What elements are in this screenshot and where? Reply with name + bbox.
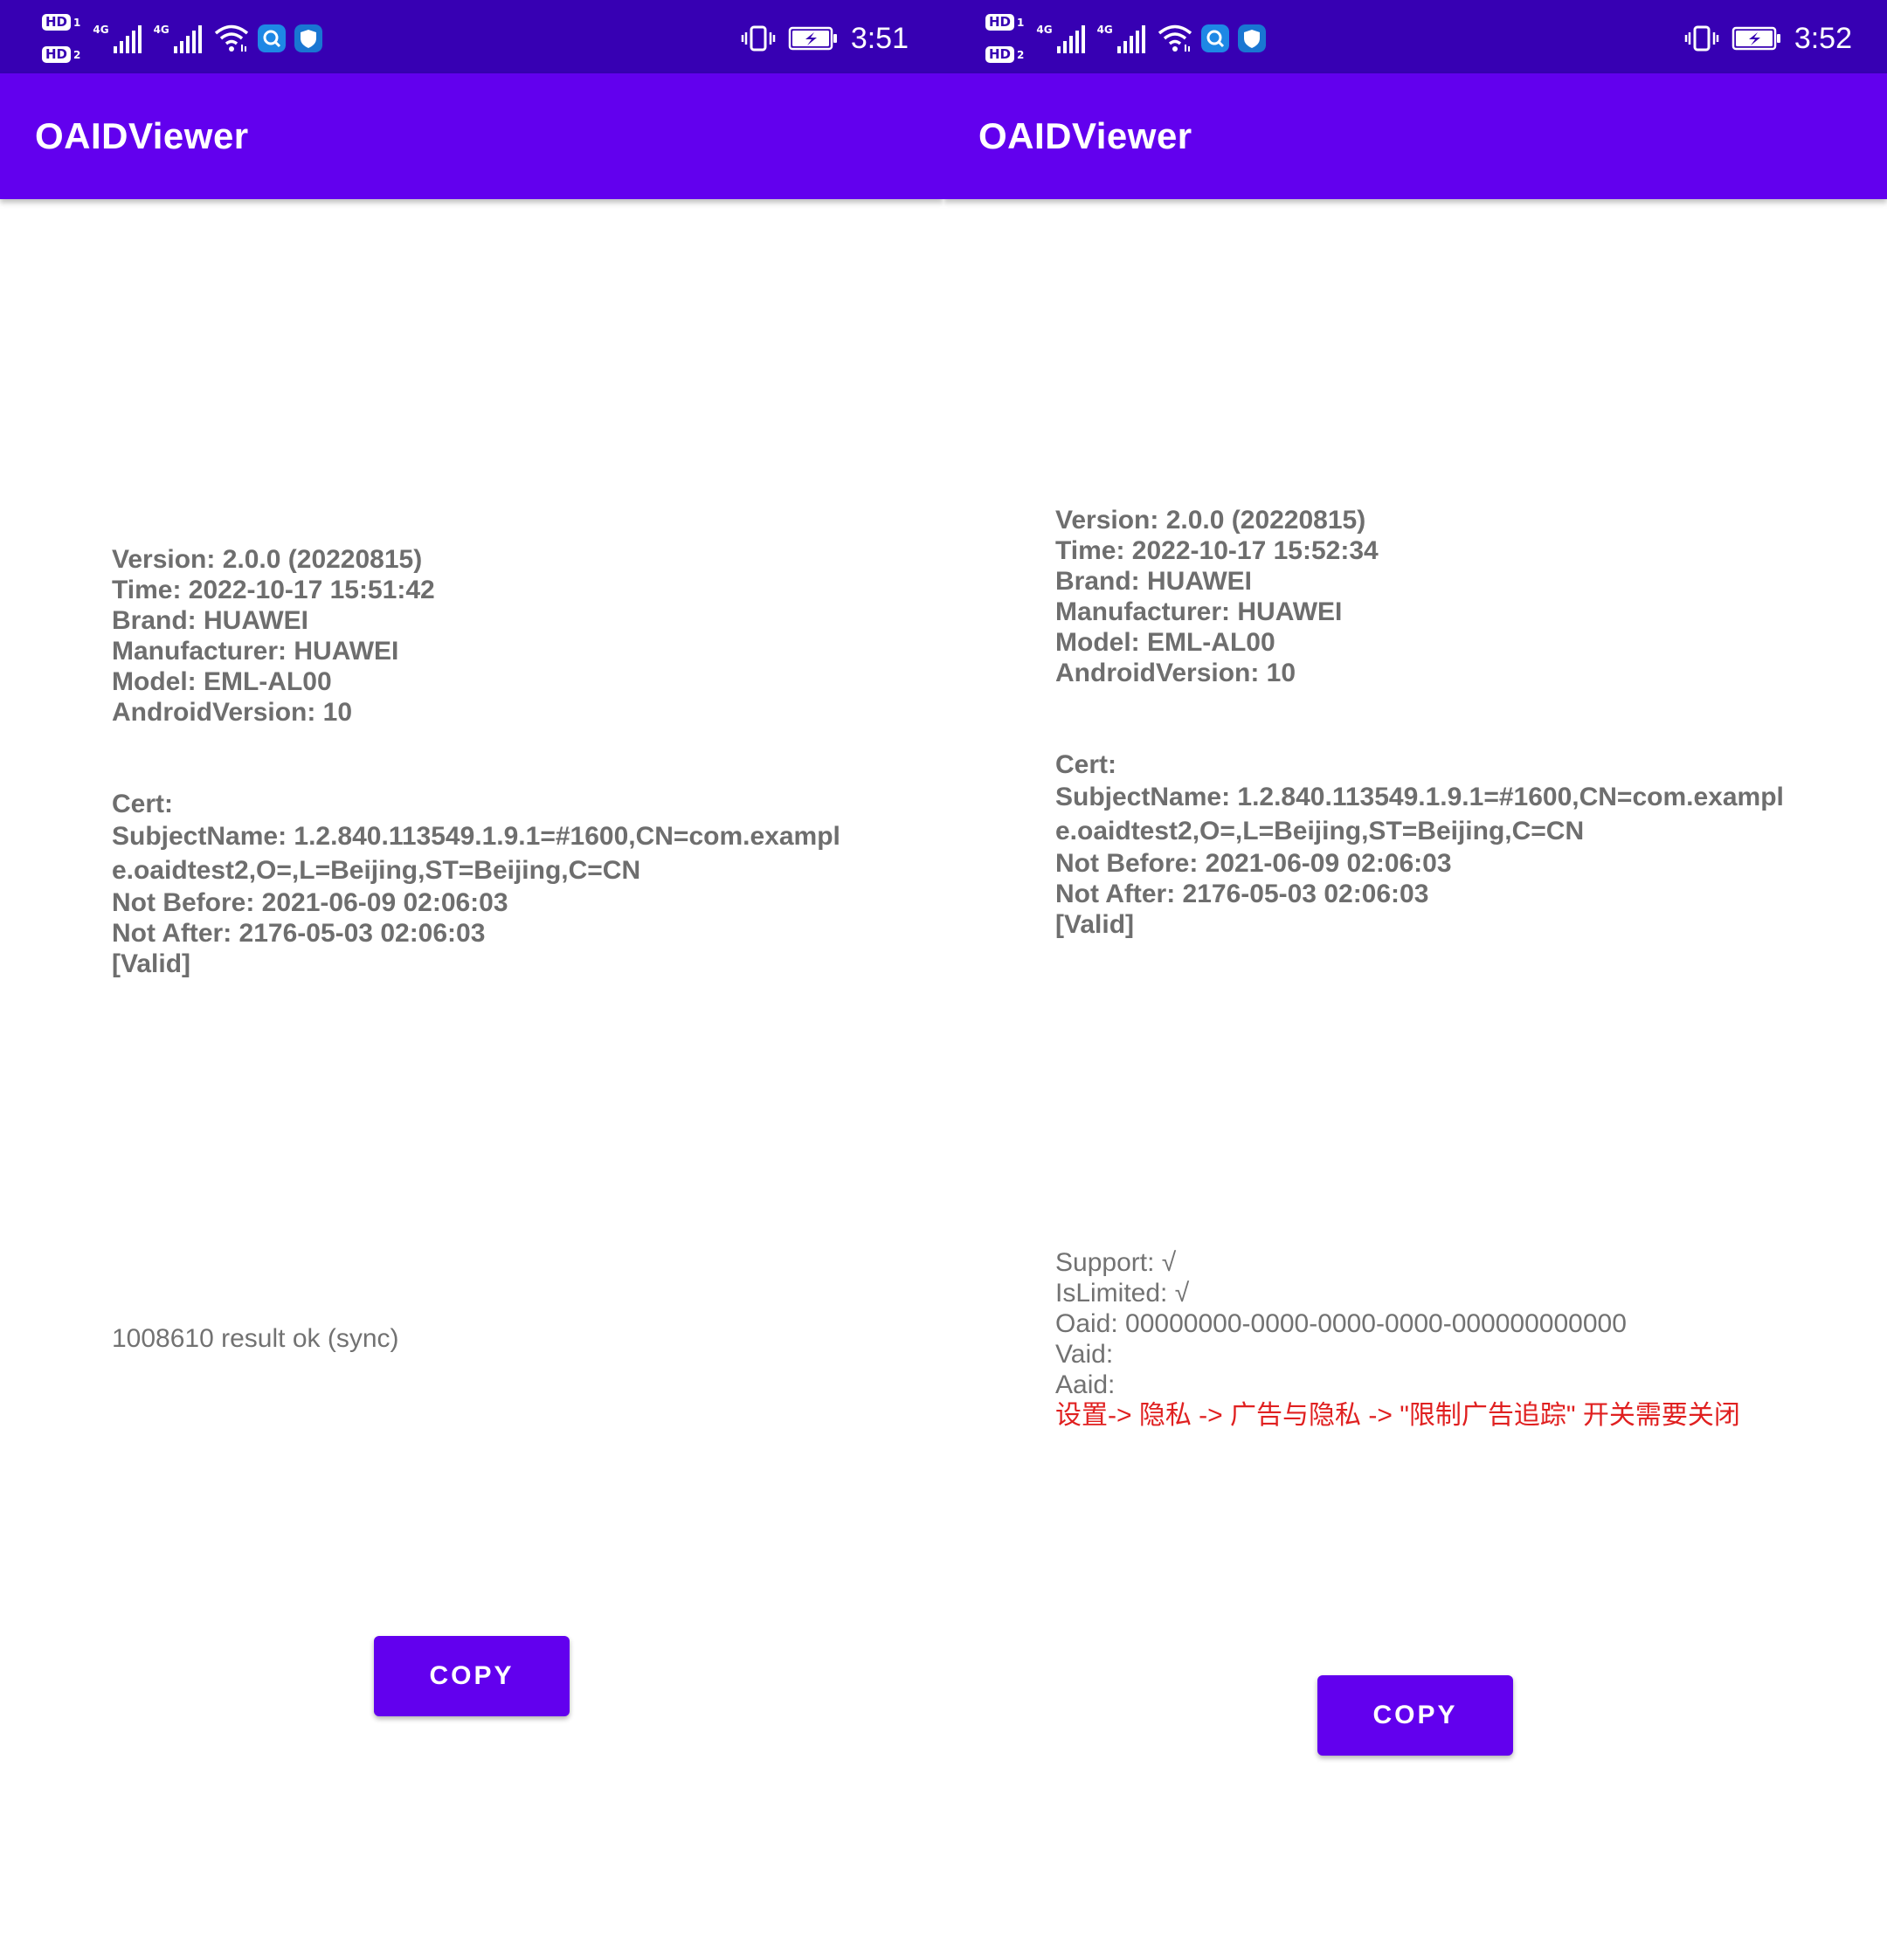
device-info-block: Version: 2.0.0 (20220815) Time: 2022-10-… bbox=[1055, 505, 1842, 940]
wifi-icon bbox=[1158, 24, 1192, 52]
app-bar: OAIDViewer bbox=[0, 73, 944, 199]
copy-button[interactable]: COPY bbox=[374, 1636, 570, 1716]
status-bar: HD 1 HD 2 4G 4G bbox=[0, 0, 944, 73]
cert-subject-line1: SubjectName: 1.2.840.113549.1.9.1=#1600,… bbox=[1055, 783, 1784, 811]
vibrate-icon bbox=[741, 25, 776, 52]
sim-number: 2 bbox=[1017, 48, 1025, 61]
hd-icon: HD bbox=[985, 46, 1015, 63]
oaid-text: Oaid: 00000000-0000-0000-0000-0000000000… bbox=[1055, 1309, 1627, 1338]
cert-not-after: Not After: 2176-05-03 02:06:03 bbox=[112, 919, 486, 948]
version-text: Version: 2.0.0 (20220815) bbox=[112, 545, 423, 574]
version-text: Version: 2.0.0 (20220815) bbox=[1055, 506, 1366, 535]
app-title: OAIDViewer bbox=[35, 115, 249, 156]
sim1-hd-indicator: HD 1 bbox=[985, 14, 1024, 31]
signal-icon: 4G bbox=[1036, 24, 1085, 53]
cert-label: Cert: bbox=[112, 790, 174, 818]
status-left-group: HD 1 HD 2 4G 4G bbox=[42, 12, 322, 65]
support-text: Support: √ bbox=[1055, 1248, 1177, 1277]
device-info-block: Version: 2.0.0 (20220815) Time: 2022-10-… bbox=[112, 544, 898, 979]
cert-not-before: Not Before: 2021-06-09 02:06:03 bbox=[1055, 849, 1452, 878]
model-text: Model: EML-AL00 bbox=[112, 667, 332, 696]
search-app-icon bbox=[1200, 24, 1229, 52]
brand-text: Brand: HUAWEI bbox=[1055, 567, 1252, 596]
status-left-group: HD 1 HD 2 4G 4G bbox=[985, 12, 1266, 65]
status-right-group: 3:51 bbox=[741, 12, 909, 65]
sim-number: 2 bbox=[73, 48, 81, 61]
status-bar: HD 1 HD 2 4G 4G bbox=[944, 0, 1887, 73]
hd-icon: HD bbox=[985, 14, 1015, 31]
android-version-text: AndroidVersion: 10 bbox=[112, 698, 353, 727]
cert-not-after: Not After: 2176-05-03 02:06:03 bbox=[1055, 880, 1429, 908]
signal-icon: 4G bbox=[93, 24, 142, 53]
shield-app-icon bbox=[294, 24, 322, 52]
app-bar: OAIDViewer bbox=[944, 73, 1887, 199]
cert-subject-line1: SubjectName: 1.2.840.113549.1.9.1=#1600,… bbox=[112, 822, 840, 851]
manufacturer-text: Manufacturer: HUAWEI bbox=[112, 637, 399, 666]
wifi-icon bbox=[214, 24, 248, 52]
signal-icon: 4G bbox=[154, 24, 202, 53]
phone-screen-right: HD 1 HD 2 4G 4G 3:52 OAIDViewer Version:… bbox=[944, 0, 1887, 1960]
network-type-label: 4G bbox=[93, 24, 109, 36]
cert-not-before: Not Before: 2021-06-09 02:06:03 bbox=[112, 888, 508, 917]
status-time: 3:52 bbox=[1794, 21, 1852, 55]
result-block: 1008610 result ok (sync) bbox=[112, 1323, 898, 1354]
status-right-group: 3:52 bbox=[1684, 12, 1852, 65]
time-text: Time: 2022-10-17 15:51:42 bbox=[112, 576, 435, 604]
status-time: 3:51 bbox=[850, 21, 909, 55]
cert-valid-status: [Valid] bbox=[1055, 910, 1135, 939]
network-type-label: 4G bbox=[153, 24, 169, 36]
oaid-result-block: Support: √ IsLimited: √ Oaid: 00000000-0… bbox=[1055, 1247, 1842, 1432]
cert-subject-line2: e.oaidtest2,O=,L=Beijing,ST=Beijing,C=CN bbox=[1055, 817, 1585, 845]
result-text: 1008610 result ok (sync) bbox=[112, 1324, 399, 1353]
model-text: Model: EML-AL00 bbox=[1055, 628, 1275, 657]
cert-subject-line2: e.oaidtest2,O=,L=Beijing,ST=Beijing,C=CN bbox=[112, 856, 641, 885]
network-type-label: 4G bbox=[1036, 24, 1053, 36]
sim-hd-indicators: HD 1 HD 2 bbox=[985, 14, 1024, 63]
search-app-icon bbox=[257, 24, 286, 52]
app-title: OAIDViewer bbox=[978, 115, 1192, 156]
copy-button[interactable]: COPY bbox=[1317, 1675, 1513, 1756]
vaid-text: Vaid: bbox=[1055, 1340, 1114, 1369]
android-version-text: AndroidVersion: 10 bbox=[1055, 659, 1296, 687]
cert-label: Cert: bbox=[1055, 750, 1117, 779]
hd-icon: HD bbox=[42, 14, 72, 31]
sim2-hd-indicator: HD 2 bbox=[985, 46, 1024, 63]
battery-charging-icon bbox=[788, 26, 837, 51]
shield-app-icon bbox=[1237, 24, 1266, 52]
sim2-hd-indicator: HD 2 bbox=[42, 46, 80, 63]
network-type-label: 4G bbox=[1096, 24, 1113, 36]
hd-icon: HD bbox=[42, 46, 72, 63]
signal-icon: 4G bbox=[1097, 24, 1145, 53]
aaid-text: Aaid: bbox=[1055, 1370, 1116, 1399]
time-text: Time: 2022-10-17 15:52:34 bbox=[1055, 536, 1379, 565]
sim-hd-indicators: HD 1 HD 2 bbox=[42, 14, 80, 63]
islimited-text: IsLimited: √ bbox=[1055, 1279, 1190, 1308]
vibrate-icon bbox=[1684, 25, 1719, 52]
battery-charging-icon bbox=[1731, 26, 1780, 51]
brand-text: Brand: HUAWEI bbox=[112, 606, 308, 635]
ad-tracking-hint-text: 设置-> 隐私 -> 广告与隐私 -> "限制广告追踪" 开关需要关闭 bbox=[1055, 1401, 1740, 1430]
cert-valid-status: [Valid] bbox=[112, 949, 191, 978]
sim1-hd-indicator: HD 1 bbox=[42, 14, 80, 31]
phone-screen-left: HD 1 HD 2 4G 4G 3:51 OAIDViewer Version:… bbox=[0, 0, 944, 1960]
sim-number: 1 bbox=[73, 16, 81, 29]
manufacturer-text: Manufacturer: HUAWEI bbox=[1055, 597, 1343, 626]
sim-number: 1 bbox=[1017, 16, 1025, 29]
screenshot-comparison: HD 1 HD 2 4G 4G 3:51 OAIDViewer Version:… bbox=[0, 0, 1887, 1960]
